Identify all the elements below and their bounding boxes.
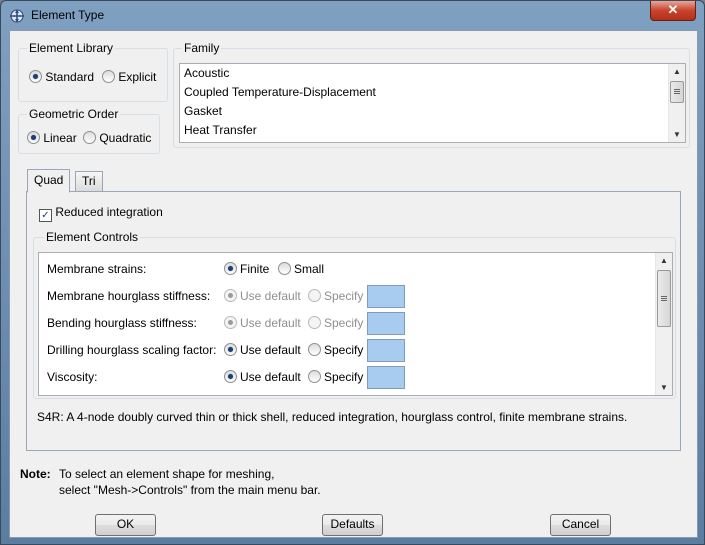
- scroll-up-icon[interactable]: ▲: [673, 67, 681, 76]
- family-list[interactable]: Acoustic Coupled Temperature-Displacemen…: [179, 63, 686, 143]
- control-row: Second-order accuracy:YesNo: [39, 392, 639, 395]
- family-item-coupled-temperature-displacement[interactable]: Coupled Temperature-Displacement: [184, 85, 376, 99]
- radio-indicator: [27, 131, 40, 144]
- close-button[interactable]: ✕: [650, 1, 696, 21]
- note-line-2: select "Mesh->Controls" from the main me…: [59, 483, 321, 497]
- ok-button[interactable]: OK: [95, 514, 156, 536]
- controls-scrollbar[interactable]: ▲ ▼: [655, 253, 672, 395]
- quadratic-radio[interactable]: Quadratic: [83, 131, 151, 145]
- geometric-order-group: Geometric Order Linear Quadratic: [18, 107, 160, 154]
- radio-indicator: [83, 131, 96, 144]
- family-item-gasket[interactable]: Gasket: [184, 104, 222, 118]
- control-row: Membrane hourglass stiffness: Use default…: [39, 284, 639, 311]
- specify-value-field: [367, 285, 405, 308]
- scroll-down-icon[interactable]: ▼: [660, 383, 668, 392]
- control-row: Drilling hourglass scaling factor: Use de…: [39, 338, 639, 365]
- window-title: Element Type: [31, 8, 105, 22]
- close-icon: ✕: [667, 2, 679, 17]
- element-description: S4R: A 4-node doubly curved thin or thic…: [37, 410, 628, 424]
- tab-quad[interactable]: Quad: [27, 169, 71, 193]
- control-label: Membrane strains:: [47, 262, 147, 276]
- radio-indicator: [308, 289, 321, 302]
- control-label: Viscosity:: [47, 370, 98, 384]
- element-library-label: Element Library: [27, 41, 116, 55]
- control-option-radio[interactable]: Specify: [308, 370, 363, 384]
- scroll-down-icon[interactable]: ▼: [673, 130, 681, 139]
- check-icon: ✓: [39, 209, 52, 222]
- radio-indicator: [308, 316, 321, 329]
- control-option-radio[interactable]: Finite: [224, 262, 269, 276]
- specify-value-field[interactable]: [367, 366, 405, 389]
- control-row: Bending hourglass stiffness: Use default S…: [39, 311, 639, 338]
- element-controls-list: Membrane strains: Finite Small Membrane hou…: [38, 252, 673, 396]
- radio-indicator: [308, 370, 321, 383]
- quad-tab-panel: ✓ Reduced integration Element Controls M…: [26, 191, 681, 451]
- defaults-button[interactable]: Defaults: [322, 514, 383, 536]
- scroll-up-icon[interactable]: ▲: [660, 256, 668, 265]
- radio-indicator: [224, 316, 237, 329]
- scroll-thumb[interactable]: [670, 81, 684, 103]
- control-option-radio: Specify: [308, 289, 363, 303]
- radio-indicator: [29, 70, 42, 83]
- control-option-radio[interactable]: Use default: [224, 370, 301, 384]
- radio-indicator: [308, 343, 321, 356]
- control-row: Viscosity: Use default Specify: [39, 365, 639, 392]
- family-label: Family: [182, 41, 222, 55]
- dialog-body: Element Library Standard Explicit Geomet…: [9, 30, 698, 538]
- app-icon: [10, 9, 24, 23]
- geometric-order-label: Geometric Order: [27, 107, 121, 121]
- control-option-radio[interactable]: Specify: [308, 343, 363, 357]
- radio-indicator: [278, 262, 291, 275]
- title-bar[interactable]: Element Type ✕: [1, 1, 704, 29]
- control-row: Membrane strains: Finite Small: [39, 257, 639, 284]
- control-option-radio: Specify: [308, 316, 363, 330]
- radio-indicator: [224, 262, 237, 275]
- family-scrollbar[interactable]: ▲ ▼: [668, 64, 685, 142]
- radio-indicator: [224, 370, 237, 383]
- radio-indicator: [102, 70, 115, 83]
- specify-value-field[interactable]: [367, 339, 405, 362]
- explicit-radio[interactable]: Explicit: [102, 70, 156, 84]
- reduced-integration-checkbox[interactable]: ✓ Reduced integration: [39, 205, 163, 222]
- control-label: Membrane hourglass stiffness:: [47, 289, 211, 303]
- family-item-acoustic[interactable]: Acoustic: [184, 66, 229, 80]
- control-option-radio: Use default: [224, 316, 301, 330]
- family-item-heat-transfer[interactable]: Heat Transfer: [184, 123, 257, 137]
- element-library-group: Element Library Standard Explicit: [18, 41, 168, 102]
- specify-value-field: [367, 312, 405, 335]
- standard-radio[interactable]: Standard: [29, 70, 94, 84]
- control-label: Drilling hourglass scaling factor:: [47, 343, 217, 357]
- linear-radio[interactable]: Linear: [27, 131, 77, 145]
- control-label: Bending hourglass stiffness:: [47, 316, 197, 330]
- cancel-button[interactable]: Cancel: [550, 514, 611, 536]
- control-option-radio[interactable]: Small: [278, 262, 324, 276]
- scroll-thumb[interactable]: [657, 270, 671, 327]
- note-label: Note:: [20, 467, 51, 481]
- radio-indicator: [224, 289, 237, 302]
- element-controls-label: Element Controls: [44, 230, 141, 244]
- family-group: Family Acoustic Coupled Temperature-Disp…: [173, 41, 690, 148]
- control-option-radio: Use default: [224, 289, 301, 303]
- radio-indicator: [224, 343, 237, 356]
- control-option-radio[interactable]: Use default: [224, 343, 301, 357]
- element-controls-group: Element Controls Membrane strains: Finite…: [33, 230, 676, 399]
- note-line-1: To select an element shape for meshing,: [59, 467, 275, 481]
- tab-tri[interactable]: Tri: [75, 171, 103, 191]
- element-type-dialog: Element Type ✕ Element Library Standard …: [0, 0, 705, 545]
